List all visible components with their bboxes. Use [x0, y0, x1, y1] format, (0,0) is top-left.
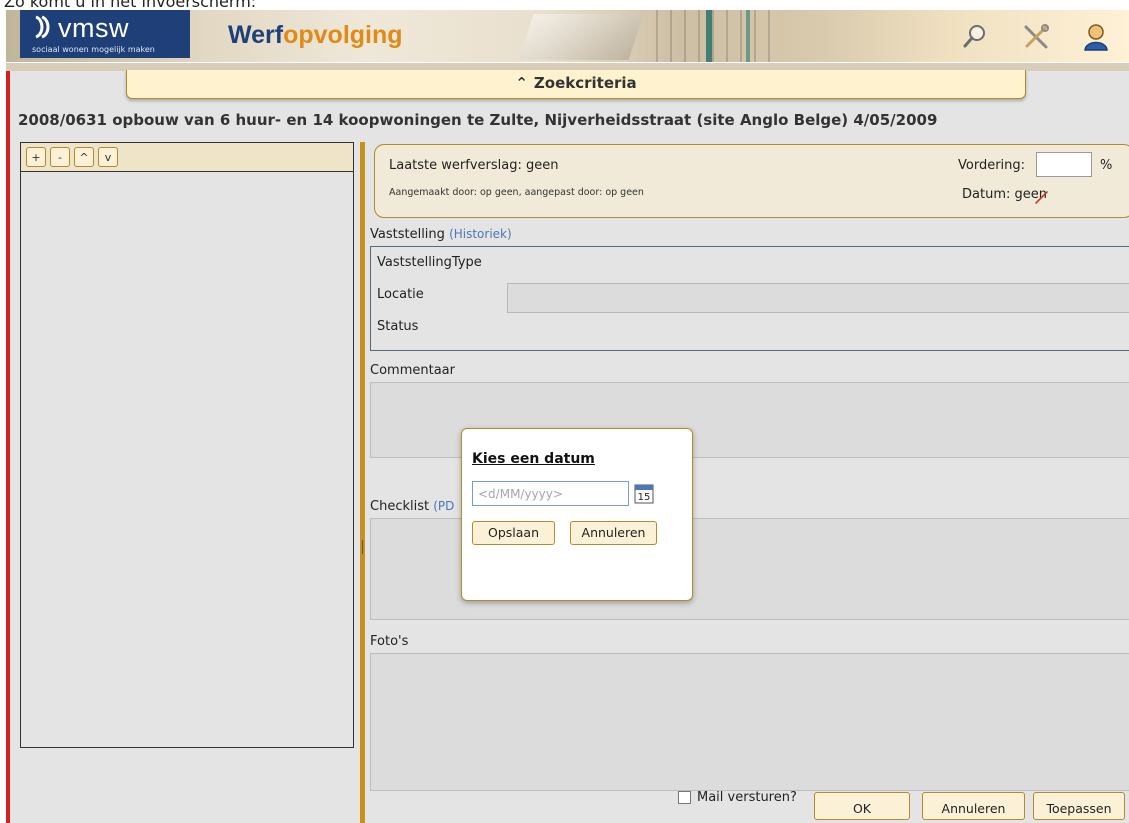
- app-header: vmsw sociaal wonen mogelijk maken Werfop…: [6, 10, 1129, 62]
- header-decoration: [746, 10, 750, 62]
- header-decoration: [656, 10, 776, 62]
- cancel-button[interactable]: Annuleren: [922, 792, 1025, 820]
- comment-label: Commentaar: [370, 363, 455, 378]
- search-criteria-toggle[interactable]: ⌃ Zoekcriteria: [126, 70, 1026, 99]
- logo-text: vmsw: [58, 13, 129, 43]
- save-button[interactable]: Opslaan: [472, 521, 555, 545]
- send-mail-label: Mail versturen?: [697, 790, 797, 805]
- tools-icon[interactable]: [1021, 22, 1051, 52]
- vaststelling-type-label: VaststellingType: [377, 255, 482, 270]
- splitter-grip: [362, 540, 363, 554]
- checklist-pdf-link[interactable]: (PD: [433, 499, 454, 513]
- checklist-label: Checklist: [370, 499, 430, 514]
- location-label: Locatie: [377, 287, 424, 302]
- tree-move-up-button[interactable]: ^: [74, 147, 94, 167]
- header-decoration: [518, 14, 644, 60]
- created-by-text: Aangemaakt door: op geen, aangepast door…: [389, 187, 644, 198]
- status-label: Status: [377, 319, 419, 334]
- tree-remove-button[interactable]: -: [50, 147, 70, 167]
- last-report-text: Laatste werfverslag: geen: [389, 158, 559, 173]
- vaststelling-label: Vaststelling: [370, 227, 445, 242]
- calendar-icon[interactable]: 15: [634, 482, 654, 504]
- search-criteria-label: Zoekcriteria: [533, 74, 637, 92]
- chevron-up-icon: ⌃: [515, 74, 528, 92]
- report-summary: Laatste werfverslag: geen Aangemaakt doo…: [374, 144, 1129, 218]
- dialog-cancel-button[interactable]: Annuleren: [570, 521, 657, 545]
- date-input[interactable]: [472, 481, 629, 506]
- tree-add-button[interactable]: +: [26, 147, 46, 167]
- photos-label: Foto's: [370, 634, 409, 649]
- checklist-header: Checklist (PD: [370, 499, 454, 514]
- logo-tagline: sociaal wonen mogelijk maken: [32, 45, 155, 54]
- project-title: 2008/0631 opbouw van 6 huur- en 14 koopw…: [18, 111, 938, 129]
- progress-input[interactable]: [1036, 152, 1092, 177]
- user-icon[interactable]: [1081, 22, 1111, 52]
- progress-label: Vordering:: [958, 158, 1026, 173]
- panel-splitter[interactable]: [360, 142, 365, 823]
- date-picker-dialog: Kies een datum 15 Opslaan Annuleren: [461, 428, 693, 601]
- vmsw-logo[interactable]: vmsw sociaal wonen mogelijk maken: [20, 10, 190, 58]
- pencil-icon[interactable]: [1035, 190, 1049, 204]
- app-title-part1: Werf: [228, 21, 284, 49]
- app-window: vmsw sociaal wonen mogelijk maken Werfop…: [6, 10, 1129, 823]
- vaststelling-header: Vaststelling (Historiek): [370, 227, 512, 242]
- app-title-part2: opvolging: [283, 21, 403, 49]
- dialog-title: Kies een datum: [472, 451, 595, 467]
- apply-button[interactable]: Toepassen: [1033, 792, 1125, 820]
- location-field[interactable]: [507, 283, 1129, 313]
- history-link[interactable]: (Historiek): [449, 227, 512, 241]
- calendar-day: 15: [638, 492, 651, 503]
- header-decoration: [706, 10, 712, 62]
- ok-button[interactable]: OK: [814, 792, 910, 820]
- tree-toolbar: + - ^ v: [21, 143, 353, 172]
- photos-panel[interactable]: [370, 653, 1129, 791]
- send-mail-checkbox[interactable]: [678, 791, 691, 804]
- percent-sign: %: [1100, 158, 1113, 173]
- logo-mark-icon: [32, 14, 54, 46]
- tree-move-down-button[interactable]: v: [98, 147, 118, 167]
- vaststelling-panel: VaststellingType Locatie Status: [370, 246, 1129, 351]
- tree-panel[interactable]: + - ^ v: [20, 142, 354, 748]
- search-icon[interactable]: [960, 22, 990, 52]
- app-title: Werfopvolging: [228, 20, 403, 50]
